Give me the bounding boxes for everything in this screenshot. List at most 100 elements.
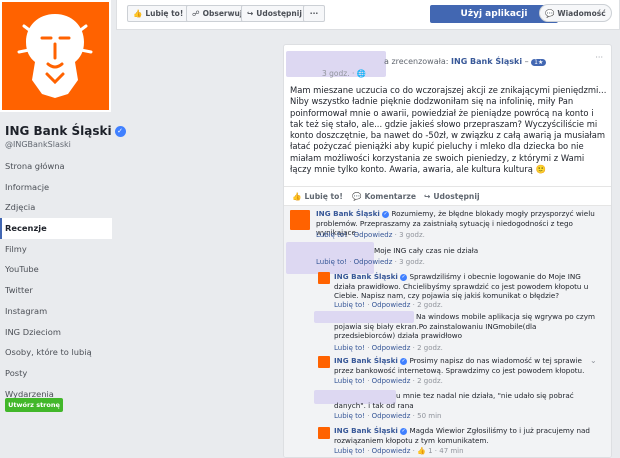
comment-reply-link[interactable]: Odpowiedz	[372, 377, 411, 385]
comment-like-link[interactable]: Lubię to!	[316, 231, 347, 239]
nav-item-posts[interactable]: Posty	[0, 363, 112, 384]
comment-time[interactable]: 50 min	[417, 412, 441, 420]
comment-reply-link[interactable]: Odpowiedz	[372, 412, 411, 420]
rating-badge: 1★	[531, 59, 547, 66]
page-nav: Strona główna Informacje Zdjęcia Recenzj…	[0, 156, 112, 404]
share-page-label: Udostępnij	[256, 9, 302, 18]
comment-6: ING Bank Śląski ✓ Magda Wiewior Zgłosili…	[334, 426, 596, 445]
post-comment-button[interactable]: 💬 Komentarze	[352, 192, 416, 201]
reviewed-page-link[interactable]: ING Bank Śląski	[451, 57, 522, 66]
left-column: ING Bank Śląski ✓ @INGBankSlaski Strona …	[0, 0, 126, 458]
page-action-bar: 👍 Lubię to! ☍ Obserwuj ↪ Udostępnij ··· …	[116, 0, 620, 30]
comment-text: Moje ING cały czas nie działa	[374, 246, 479, 255]
comment-icon: 💬	[352, 192, 362, 201]
page-handle[interactable]: @INGBankSlaski	[5, 140, 71, 149]
comment-0-meta: Lubię to! · Odpowiedz · 3 godz.	[316, 231, 425, 239]
nav-item-home[interactable]: Strona główna	[0, 156, 112, 177]
like-page-button[interactable]: 👍 Lubię to!	[127, 5, 190, 22]
post-share-label: Udostępnij	[433, 192, 480, 201]
comment-author[interactable]: ING Bank Śląski	[334, 272, 398, 281]
nav-item-info[interactable]: Informacje	[0, 177, 112, 198]
nav-item-ing-dzieciom[interactable]: ING Dzieciom	[0, 322, 112, 343]
globe-icon: 🌐	[356, 69, 367, 78]
reaction-count[interactable]: 1	[428, 447, 432, 455]
nav-item-reviews[interactable]: Recenzje	[0, 218, 112, 239]
nav-item-likes[interactable]: Osoby, które to lubią	[0, 342, 112, 363]
verified-icon: ✓	[400, 273, 408, 281]
post-share-button[interactable]: ↪ Udostępnij	[424, 192, 480, 201]
comment-like-link[interactable]: Lubię to!	[334, 301, 365, 309]
share-icon: ↪	[424, 192, 431, 201]
comment-time[interactable]: 3 godz.	[399, 258, 425, 266]
nav-item-instagram[interactable]: Instagram	[0, 301, 112, 322]
ing-avatar[interactable]	[318, 272, 330, 284]
comment-2: ING Bank Śląski ✓ Sprawdziliśmy i obecni…	[334, 272, 596, 301]
message-button[interactable]: 💬 Wiadomość	[539, 4, 612, 22]
post-header: a zrecenzowała: ING Bank Śląski – 1★	[384, 57, 547, 66]
create-page-button[interactable]: Utwórz stronę	[5, 398, 63, 412]
more-options-button[interactable]: ···	[303, 5, 325, 22]
comment-like-link[interactable]: Lubię to!	[334, 344, 365, 352]
nav-item-youtube[interactable]: YouTube	[0, 259, 112, 280]
post-text: Mam mieszane uczucia co do wczorajszej a…	[290, 85, 607, 175]
like-page-label: Lubię to!	[145, 9, 184, 18]
post-timestamp[interactable]: 3 godz. · 🌐	[322, 69, 366, 78]
comment-2-meta: Lubię to! · Odpowiedz · 2 godz.	[334, 301, 443, 309]
comment-time[interactable]: 2 godz.	[417, 344, 443, 352]
comment-4-meta: Lubię to! · Odpowiedz · 2 godz.	[334, 377, 443, 385]
post-time-text[interactable]: 3 godz. ·	[322, 69, 354, 78]
post-like-button[interactable]: 👍 Lubię to!	[292, 192, 343, 201]
comment-4: ING Bank Śląski ✓ Prosimy napisz do nas …	[334, 356, 592, 375]
follow-button[interactable]: ☍ Obserwuj	[186, 5, 249, 22]
verified-icon: ✓	[400, 427, 408, 435]
review-post: a zrecenzowała: ING Bank Śląski – 1★ 3 g…	[283, 44, 612, 458]
comment-like-link[interactable]: Lubię to!	[316, 258, 347, 266]
share-page-button[interactable]: ↪ Udostępnij	[241, 5, 308, 22]
share-icon: ↪	[247, 9, 254, 18]
chevron-down-icon[interactable]: ⌄	[590, 356, 597, 365]
post-actions: 👍 Lubię to! 💬 Komentarze ↪ Udostępnij	[284, 186, 611, 206]
comment-5: u mnie tez nadal nie działa, "nie udało …	[334, 391, 596, 410]
ing-avatar[interactable]	[318, 356, 330, 368]
comment-reply-link[interactable]: Odpowiedz	[354, 231, 393, 239]
comment-like-link[interactable]: Lubię to!	[334, 377, 365, 385]
verified-icon: ✓	[114, 125, 126, 137]
page-name[interactable]: ING Bank Śląski ✓	[5, 124, 126, 138]
nav-item-videos[interactable]: Filmy	[0, 239, 112, 260]
review-arrow-icon: –	[524, 57, 529, 66]
comment-like-link[interactable]: Lubię to!	[334, 412, 365, 420]
message-label: Wiadomość	[557, 8, 606, 18]
comment-author[interactable]: ING Bank Śląski	[334, 426, 398, 435]
comment-time[interactable]: 3 godz.	[399, 231, 425, 239]
verified-icon: ✓	[382, 210, 390, 218]
ing-avatar[interactable]	[290, 210, 310, 230]
comments-section: ING Bank Śląski ✓ Rozumiemy, że błędne b…	[284, 206, 611, 457]
nav-item-photos[interactable]: Zdjęcia	[0, 197, 112, 218]
comment-reply-link[interactable]: Odpowiedz	[372, 301, 411, 309]
comment-time[interactable]: 47 min	[439, 447, 463, 455]
comment-time[interactable]: 2 godz.	[417, 377, 443, 385]
comment-time[interactable]: 2 godz.	[417, 301, 443, 309]
post-menu-button[interactable]: ···	[595, 53, 603, 62]
thumbs-up-icon: 👍	[133, 9, 143, 18]
comment-6-meta: Lubię to! · Odpowiedz · 👍 1 · 47 min	[334, 447, 464, 455]
nav-item-twitter[interactable]: Twitter	[0, 280, 112, 301]
comment-reply-link[interactable]: Odpowiedz	[372, 344, 411, 352]
comment-author[interactable]: ING Bank Śląski	[334, 356, 398, 365]
follow-label: Obserwuj	[202, 9, 243, 18]
ing-lion-logo[interactable]	[0, 0, 111, 112]
reaction-icon: 👍	[417, 447, 426, 455]
comment-reply-link[interactable]: Odpowiedz	[372, 447, 411, 455]
comment-reply-link[interactable]: Odpowiedz	[354, 258, 393, 266]
thumbs-up-icon: 👍	[292, 192, 302, 201]
messenger-icon: 💬	[545, 8, 555, 18]
comment-author[interactable]: ING Bank Śląski	[316, 209, 380, 218]
post-like-label: Lubię to!	[304, 192, 343, 201]
verified-icon: ✓	[400, 357, 408, 365]
comment-like-link[interactable]: Lubię to!	[334, 447, 365, 455]
page-name-text[interactable]: ING Bank Śląski	[5, 124, 112, 138]
comment-text: u mnie tez nadal nie działa, "nie udało …	[334, 391, 574, 410]
comment-5-meta: Lubię to! · Odpowiedz · 50 min	[334, 412, 442, 420]
ing-avatar[interactable]	[318, 427, 330, 439]
comment-text: Na windows mobile aplikacja się wgrywa p…	[334, 312, 595, 340]
